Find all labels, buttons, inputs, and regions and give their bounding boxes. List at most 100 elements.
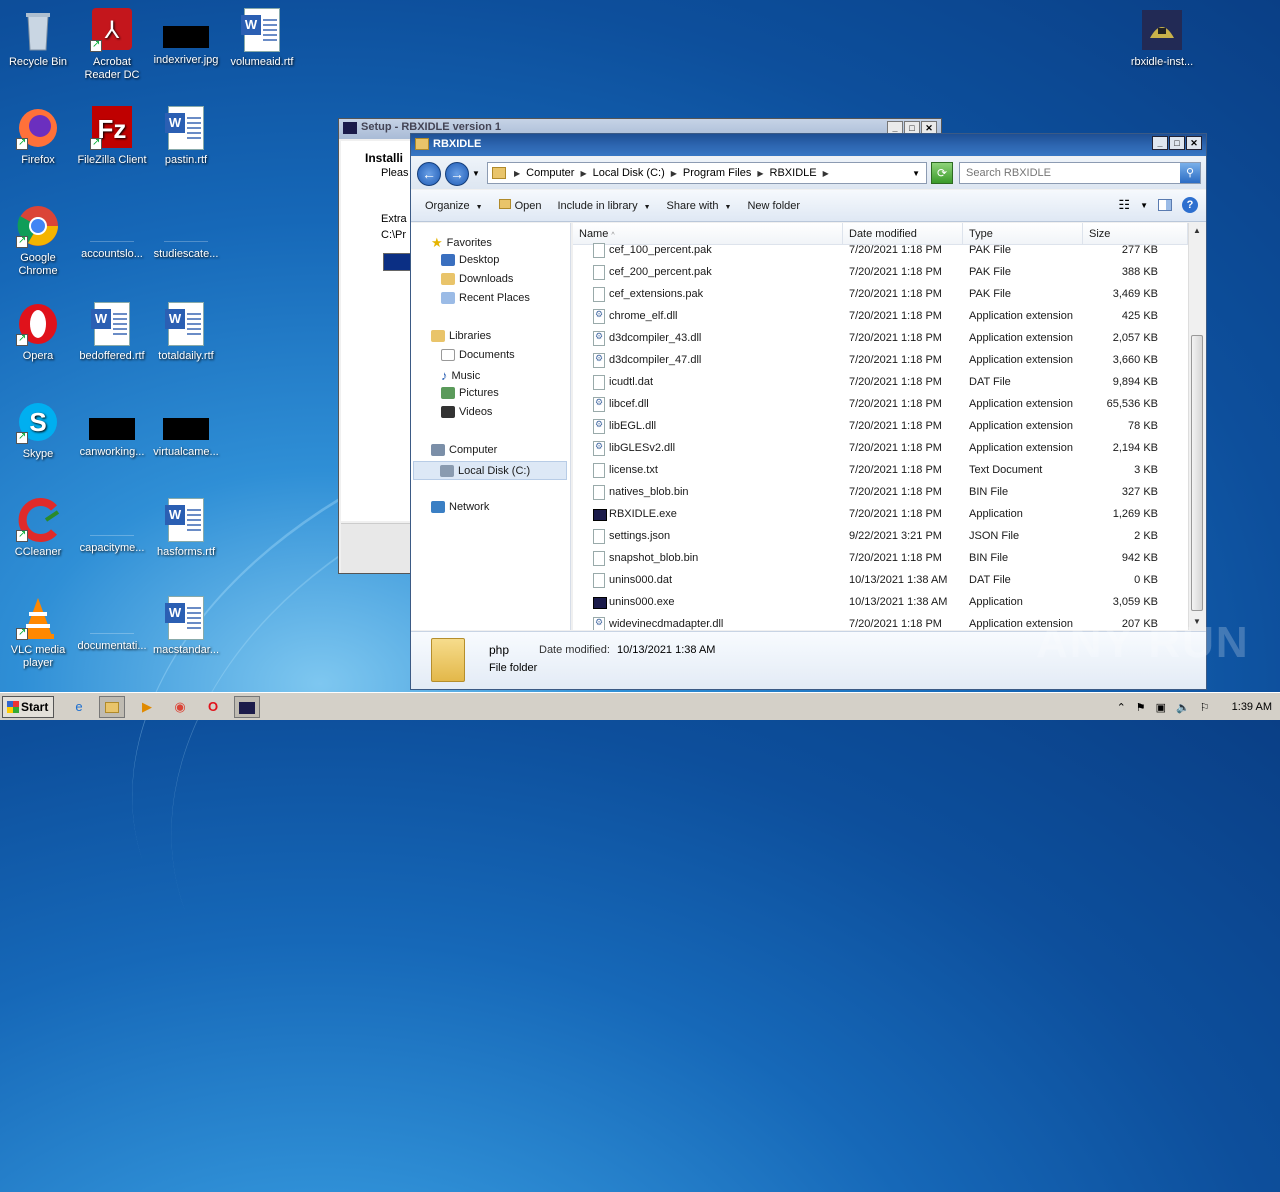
desktop-icon-acrobat[interactable]: ⅄ Acrobat Reader DC: [74, 8, 150, 82]
breadcrumb-rbxidle[interactable]: RBXIDLE: [766, 167, 821, 179]
search-icon[interactable]: ⚲: [1180, 163, 1200, 183]
file-row[interactable]: unins000.exe 10/13/2021 1:38 AM Applicatio…: [573, 592, 1188, 614]
desktop-icon-rbxidle-installer[interactable]: rbxidle-inst...: [1122, 8, 1202, 69]
search-input[interactable]: [964, 164, 1174, 182]
show-hidden-icons-icon[interactable]: ⌃: [1117, 701, 1126, 714]
file-row[interactable]: d3dcompiler_47.dll 7/20/2021 1:18 PM Appli…: [573, 350, 1188, 372]
desktop-icon-pastin[interactable]: W pastin.rtf: [148, 106, 224, 167]
clock[interactable]: 1:39 AM: [1232, 701, 1272, 713]
nav-network[interactable]: Network: [431, 501, 489, 513]
file-row[interactable]: license.txt 7/20/2021 1:18 PM Text Documen…: [573, 460, 1188, 482]
nav-computer[interactable]: Computer: [431, 444, 497, 456]
breadcrumb-separator-icon[interactable]: ▶: [512, 169, 522, 178]
nav-videos[interactable]: Videos: [441, 406, 492, 418]
refresh-button[interactable]: ⟳: [931, 162, 953, 184]
nav-favorites[interactable]: ★ Favorites: [431, 235, 492, 251]
file-row[interactable]: libcef.dll 7/20/2021 1:18 PM Application e…: [573, 394, 1188, 416]
breadcrumb-separator-icon[interactable]: ▶: [578, 169, 588, 178]
setup-taskbar-icon[interactable]: [234, 696, 260, 718]
share-with-button[interactable]: Share with ▼: [659, 200, 740, 212]
breadcrumb-program-files[interactable]: Program Files: [679, 167, 755, 179]
start-button[interactable]: Start: [2, 696, 54, 718]
chrome-taskbar-icon[interactable]: ◉: [167, 696, 193, 718]
file-row[interactable]: snapshot_blob.bin 7/20/2021 1:18 PM BIN Fi…: [573, 548, 1188, 570]
desktop-icon-documentati[interactable]: documentati...: [74, 596, 150, 653]
explorer-window[interactable]: RBXIDLE _ □ ✕ ← → ▼ ▶ Computer ▶ Local D…: [410, 133, 1207, 690]
nav-documents[interactable]: Documents: [441, 349, 515, 361]
scrollbar-thumb[interactable]: [1191, 335, 1203, 611]
organize-button[interactable]: Organize ▼: [417, 200, 491, 212]
nav-libraries[interactable]: Libraries: [431, 330, 491, 342]
desktop-icon-accountslo[interactable]: accountslo...: [74, 204, 150, 261]
explorer-taskbar-icon[interactable]: [99, 696, 125, 718]
desktop-icon-hasforms[interactable]: W hasforms.rtf: [148, 498, 224, 559]
breadcrumb-separator-icon[interactable]: ▶: [755, 169, 765, 178]
view-dropdown-icon[interactable]: ▼: [1140, 201, 1148, 210]
nav-downloads[interactable]: Downloads: [441, 273, 513, 285]
desktop-icon-recycle-bin[interactable]: Recycle Bin: [0, 8, 76, 69]
breadcrumb-local-disk[interactable]: Local Disk (C:): [589, 167, 669, 179]
desktop-icon-ccleaner[interactable]: CCleaner: [0, 498, 76, 559]
help-icon[interactable]: ?: [1182, 197, 1198, 213]
desktop-icon-totaldaily[interactable]: W totaldaily.rtf: [148, 302, 224, 363]
breadcrumb-separator-icon[interactable]: ▶: [821, 169, 831, 178]
file-row[interactable]: unins000.dat 10/13/2021 1:38 AM DAT File 0 …: [573, 570, 1188, 592]
opera-taskbar-icon[interactable]: O: [200, 696, 226, 718]
desktop-icon-virtualcame[interactable]: virtualcame...: [148, 400, 224, 459]
search-box[interactable]: ⚲: [959, 162, 1201, 184]
minimize-button[interactable]: _: [1152, 136, 1168, 150]
file-row[interactable]: cef_extensions.pak 7/20/2021 1:18 PM PAK F…: [573, 284, 1188, 306]
new-folder-button[interactable]: New folder: [739, 200, 808, 212]
address-bar[interactable]: ▶ Computer ▶ Local Disk (C:) ▶ Program F…: [487, 162, 927, 184]
desktop-icon-skype[interactable]: S Skype: [0, 400, 76, 461]
preview-pane-icon[interactable]: [1158, 199, 1172, 211]
media-player-icon[interactable]: ▶: [134, 696, 160, 718]
scroll-up-icon[interactable]: ▲: [1189, 223, 1205, 239]
nav-music[interactable]: ♪ Music: [441, 368, 480, 383]
file-row[interactable]: cef_100_percent.pak 7/20/2021 1:18 PM PAK …: [573, 240, 1188, 262]
file-row[interactable]: natives_blob.bin 7/20/2021 1:18 PM BIN Fil…: [573, 482, 1188, 504]
desktop-icon-filezilla[interactable]: Fz FileZilla Client: [74, 106, 150, 167]
desktop-icon-capacityme[interactable]: capacityme...: [74, 498, 150, 555]
close-button[interactable]: ✕: [1186, 136, 1202, 150]
nav-pictures[interactable]: Pictures: [441, 387, 499, 399]
breadcrumb-separator-icon[interactable]: ▶: [669, 169, 679, 178]
desktop-icon-canworking[interactable]: canworking...: [74, 400, 150, 459]
file-row[interactable]: settings.json 9/22/2021 3:21 PM JSON File 2…: [573, 526, 1188, 548]
forward-button[interactable]: →: [445, 162, 469, 186]
vertical-scrollbar[interactable]: ▲ ▼: [1188, 223, 1205, 630]
breadcrumb-computer[interactable]: Computer: [522, 167, 578, 179]
desktop-icon-vlc[interactable]: VLC media player: [0, 596, 76, 670]
desktop-icon-firefox[interactable]: Firefox: [0, 106, 76, 167]
address-dropdown-icon[interactable]: ▼: [912, 169, 920, 178]
flag-icon[interactable]: ⚐: [1200, 701, 1210, 714]
file-row[interactable]: d3dcompiler_43.dll 7/20/2021 1:18 PM Appli…: [573, 328, 1188, 350]
network-tray-icon[interactable]: ▣: [1156, 701, 1166, 714]
include-in-library-button[interactable]: Include in library ▼: [550, 200, 659, 212]
file-row[interactable]: libGLESv2.dll 7/20/2021 1:18 PM Applicatio…: [573, 438, 1188, 460]
file-row[interactable]: libEGL.dll 7/20/2021 1:18 PM Application e…: [573, 416, 1188, 438]
desktop-icon-studiescate[interactable]: studiescate...: [148, 204, 224, 261]
file-row[interactable]: chrome_elf.dll 7/20/2021 1:18 PM Applicati…: [573, 306, 1188, 328]
file-row[interactable]: RBXIDLE.exe 7/20/2021 1:18 PM Application 1…: [573, 504, 1188, 526]
nav-recent-places[interactable]: Recent Places: [441, 292, 530, 304]
desktop-icon-macstandar[interactable]: W macstandar...: [148, 596, 224, 657]
desktop-icon-chrome[interactable]: Google Chrome: [0, 204, 76, 278]
recent-pages-dropdown-icon[interactable]: ▼: [472, 169, 480, 178]
explorer-title-bar[interactable]: RBXIDLE _ □ ✕: [411, 134, 1206, 156]
action-center-icon[interactable]: ⚑: [1136, 701, 1146, 714]
desktop-icon-opera[interactable]: Opera: [0, 302, 76, 363]
nav-local-disk[interactable]: Local Disk (C:): [413, 461, 567, 480]
file-row[interactable]: icudtl.dat 7/20/2021 1:18 PM DAT File 9,894…: [573, 372, 1188, 394]
internet-explorer-icon[interactable]: e: [66, 696, 92, 718]
file-row[interactable]: cef_200_percent.pak 7/20/2021 1:18 PM PAK …: [573, 262, 1188, 284]
desktop-icon-volumeaid[interactable]: W volumeaid.rtf: [224, 8, 300, 69]
open-button[interactable]: Open: [491, 199, 550, 212]
maximize-button[interactable]: □: [1169, 136, 1185, 150]
back-button[interactable]: ←: [417, 162, 441, 186]
volume-icon[interactable]: 🔈: [1176, 701, 1190, 714]
desktop-icon-bedoffered[interactable]: W bedoffered.rtf: [74, 302, 150, 363]
nav-desktop[interactable]: Desktop: [441, 254, 499, 266]
view-options-icon[interactable]: ☷: [1118, 197, 1130, 213]
desktop-icon-indexriver[interactable]: indexriver.jpg: [148, 8, 224, 67]
